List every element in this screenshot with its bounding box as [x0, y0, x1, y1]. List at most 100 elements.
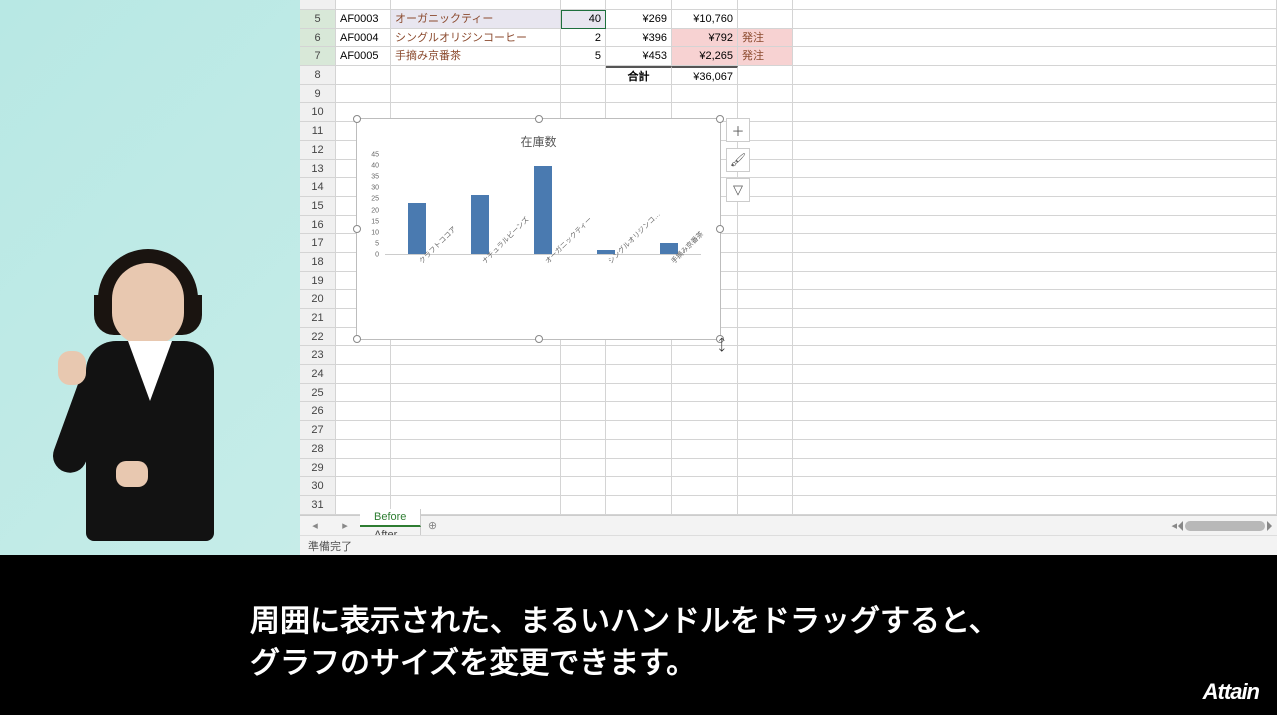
- worksheet[interactable]: 5678910111213141516171819202122232425262…: [300, 0, 1277, 515]
- chart-bar[interactable]: [660, 243, 678, 254]
- cell[interactable]: [738, 216, 793, 235]
- row-header[interactable]: 6: [300, 29, 336, 48]
- cell[interactable]: [336, 421, 391, 440]
- cell[interactable]: [793, 216, 1277, 235]
- cell[interactable]: [738, 440, 793, 459]
- cell[interactable]: [793, 122, 1277, 141]
- cell[interactable]: 2: [561, 29, 606, 48]
- cell[interactable]: [391, 384, 561, 403]
- chart-object[interactable]: 在庫数 051015202530354045 クラフトココアナチュラルビーンズオ…: [356, 118, 721, 340]
- row-header[interactable]: 22: [300, 328, 336, 347]
- cell[interactable]: [336, 66, 391, 85]
- cell[interactable]: [561, 85, 606, 104]
- cell[interactable]: 発注: [738, 29, 793, 48]
- cell[interactable]: [672, 496, 738, 515]
- cell[interactable]: [793, 272, 1277, 291]
- row-header[interactable]: 15: [300, 197, 336, 216]
- cell[interactable]: [606, 85, 672, 104]
- row-header[interactable]: 9: [300, 85, 336, 104]
- cell[interactable]: [738, 309, 793, 328]
- cell[interactable]: [606, 365, 672, 384]
- cell[interactable]: [793, 365, 1277, 384]
- cell[interactable]: [561, 0, 606, 10]
- cell[interactable]: [793, 29, 1277, 48]
- cell[interactable]: [793, 309, 1277, 328]
- cell[interactable]: [391, 459, 561, 478]
- cell[interactable]: [391, 85, 561, 104]
- cell[interactable]: [391, 477, 561, 496]
- row-header[interactable]: 28: [300, 440, 336, 459]
- cell[interactable]: [738, 66, 793, 85]
- cell[interactable]: [793, 0, 1277, 10]
- cell[interactable]: [606, 440, 672, 459]
- chart-styles-button[interactable]: 🖌: [726, 148, 750, 172]
- chart-bar[interactable]: [534, 166, 552, 254]
- row-header[interactable]: 10: [300, 103, 336, 122]
- cell[interactable]: [738, 328, 793, 347]
- cell[interactable]: [793, 47, 1277, 66]
- cell[interactable]: [561, 66, 606, 85]
- cell[interactable]: [793, 496, 1277, 515]
- cell[interactable]: [738, 234, 793, 253]
- row-header[interactable]: 12: [300, 141, 336, 160]
- cell[interactable]: シングルオリジンコーヒー: [391, 29, 561, 48]
- chart-handle-tr[interactable]: [716, 115, 724, 123]
- cell[interactable]: [793, 234, 1277, 253]
- cell[interactable]: [672, 402, 738, 421]
- cell[interactable]: [606, 402, 672, 421]
- row-header[interactable]: 21: [300, 309, 336, 328]
- row-header[interactable]: 26: [300, 402, 336, 421]
- cell[interactable]: [672, 384, 738, 403]
- cell[interactable]: [793, 178, 1277, 197]
- cell[interactable]: [561, 402, 606, 421]
- cell[interactable]: [561, 421, 606, 440]
- cell[interactable]: [793, 10, 1277, 29]
- tab-nav[interactable]: ◂▸: [300, 519, 360, 532]
- cell[interactable]: [793, 328, 1277, 347]
- chart-title[interactable]: 在庫数: [357, 133, 720, 150]
- row-header[interactable]: 30: [300, 477, 336, 496]
- cell[interactable]: [561, 384, 606, 403]
- cell[interactable]: [336, 440, 391, 459]
- cell[interactable]: [793, 85, 1277, 104]
- chart-filters-button[interactable]: ▽: [726, 178, 750, 202]
- cell[interactable]: [793, 141, 1277, 160]
- chart-bar[interactable]: [408, 203, 426, 254]
- cell[interactable]: [793, 402, 1277, 421]
- cell[interactable]: [606, 346, 672, 365]
- cell[interactable]: ¥269: [606, 10, 672, 29]
- cell[interactable]: [336, 402, 391, 421]
- cell[interactable]: [391, 0, 561, 10]
- cell[interactable]: [793, 103, 1277, 122]
- cell[interactable]: AF0003: [336, 10, 391, 29]
- cell[interactable]: [391, 66, 561, 85]
- cell[interactable]: [561, 365, 606, 384]
- cell[interactable]: [672, 0, 738, 10]
- cell[interactable]: [738, 402, 793, 421]
- chart-handle-l[interactable]: [353, 225, 361, 233]
- cell[interactable]: [672, 365, 738, 384]
- cell[interactable]: [606, 459, 672, 478]
- cell[interactable]: 手摘み京番茶: [391, 47, 561, 66]
- cell[interactable]: ¥792: [672, 29, 738, 48]
- cell[interactable]: 発注: [738, 47, 793, 66]
- cell[interactable]: AF0005: [336, 47, 391, 66]
- row-header[interactable]: 25: [300, 384, 336, 403]
- cell[interactable]: [561, 459, 606, 478]
- cell[interactable]: [738, 272, 793, 291]
- cell[interactable]: [391, 346, 561, 365]
- cell[interactable]: [738, 384, 793, 403]
- cell[interactable]: [738, 496, 793, 515]
- row-header[interactable]: 27: [300, 421, 336, 440]
- cell[interactable]: [738, 10, 793, 29]
- cell[interactable]: [606, 496, 672, 515]
- cell[interactable]: [738, 290, 793, 309]
- row-header[interactable]: 18: [300, 253, 336, 272]
- cell[interactable]: [738, 85, 793, 104]
- cell[interactable]: [738, 365, 793, 384]
- cell[interactable]: AF0004: [336, 29, 391, 48]
- cell[interactable]: [336, 0, 391, 10]
- row-header[interactable]: 16: [300, 216, 336, 235]
- chart-bar[interactable]: [597, 250, 615, 254]
- cell[interactable]: 5: [561, 47, 606, 66]
